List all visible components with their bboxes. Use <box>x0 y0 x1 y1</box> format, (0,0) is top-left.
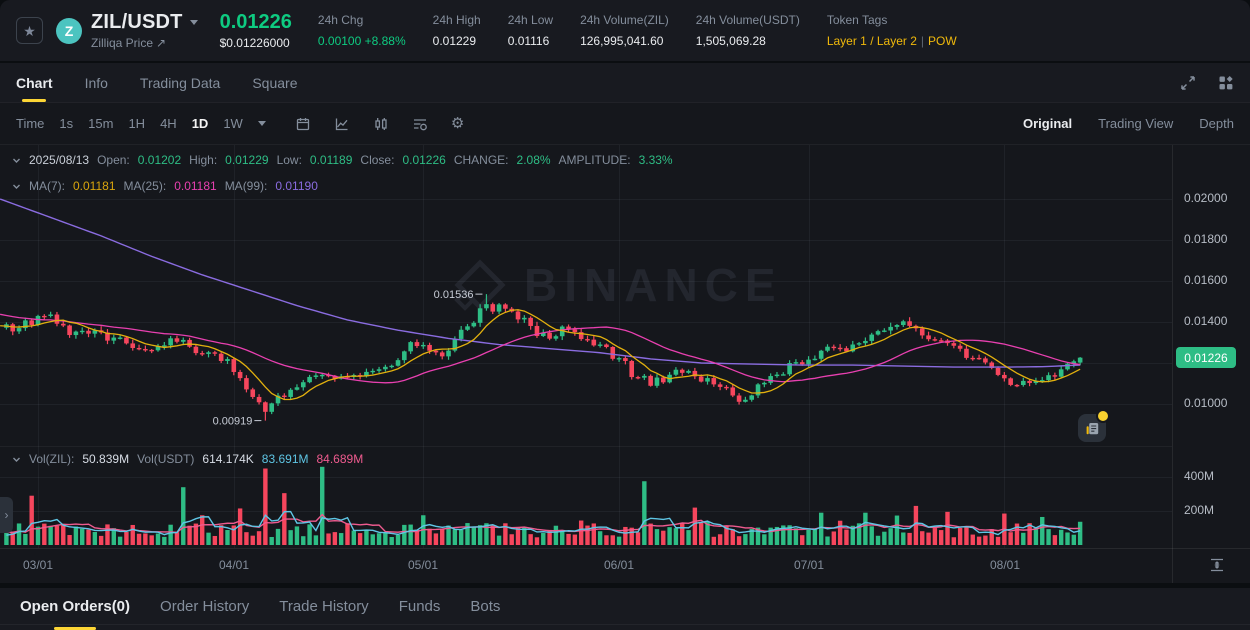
price-tick: 0.01600 <box>1184 273 1227 287</box>
volume-legend: Vol(ZIL):50.839M Vol(USDT)614.174K 83.69… <box>12 452 363 466</box>
interval-1h[interactable]: 1H <box>128 116 145 131</box>
expand-icon[interactable] <box>1180 75 1196 91</box>
pair-info-link[interactable]: Zilliqa Price ↗ <box>91 36 198 50</box>
indicators-icon[interactable] <box>412 116 428 132</box>
collapse-chevron-icon[interactable] <box>12 455 21 464</box>
ohlc-change: 2.08% <box>517 153 551 167</box>
interval-dropdown-icon[interactable] <box>258 121 266 126</box>
chevron-right-icon: › <box>5 508 9 522</box>
news-feed-button[interactable] <box>1078 414 1106 442</box>
view-original[interactable]: Original <box>1023 116 1072 131</box>
collapse-chevron-icon[interactable] <box>12 156 21 165</box>
tab-trade-history[interactable]: Trade History <box>279 598 368 630</box>
line-chart-icon[interactable] <box>334 116 350 132</box>
chart-view-modes: Original Trading View Depth <box>1023 116 1234 131</box>
tab-chart[interactable]: Chart <box>16 63 53 102</box>
collapse-chevron-icon[interactable] <box>12 182 21 191</box>
calendar-icon[interactable] <box>295 116 311 132</box>
candlestick-icon[interactable] <box>373 116 389 132</box>
token-tags: Token Tags Layer 1 / Layer 2|POW <box>827 13 957 48</box>
ohlc-open: 0.01202 <box>138 153 181 167</box>
volume-tick: 400M <box>1184 469 1214 483</box>
stat-24h-volume-zil: 24h Volume(ZIL) 126,995,041.60 <box>580 13 669 48</box>
price-chart-canvas[interactable] <box>0 145 1172 548</box>
token-tag-layers[interactable]: Layer 1 / Layer 2 <box>827 34 917 48</box>
volume-tick: 200M <box>1184 503 1214 517</box>
chart-body: BINANCE 2025/08/13 Open:0.01202 High:0.0… <box>0 145 1250 583</box>
binance-spot-app: ★ Z ZIL/USDT Zilliqa Price ↗ 0.01226 $0.… <box>0 0 1250 630</box>
price-tick: 0.01400 <box>1184 314 1227 328</box>
time-label: Time <box>16 116 44 131</box>
tab-funds[interactable]: Funds <box>399 598 441 630</box>
view-tradingview[interactable]: Trading View <box>1098 116 1173 131</box>
vol-usdt-value: 614.174K <box>202 452 253 466</box>
interval-1w[interactable]: 1W <box>223 116 243 131</box>
price-block: 0.01226 $0.01226000 <box>220 11 292 50</box>
chart-toolbar: Time 1s 15m 1H 4H 1D 1W <box>0 103 1250 145</box>
ohlc-close: 0.01226 <box>402 153 445 167</box>
pair-block: ZIL/USDT Zilliqa Price ↗ <box>91 11 198 50</box>
chart-panel: Time 1s 15m 1H 4H 1D 1W <box>0 103 1250 583</box>
vol-zil-value: 50.839M <box>82 452 129 466</box>
tab-trading-data[interactable]: Trading Data <box>140 63 220 102</box>
date-tick: 08/01 <box>977 558 1033 572</box>
interval-1d[interactable]: 1D <box>192 116 209 131</box>
ma-legend: MA(7):0.01181 MA(25):0.01181 MA(99):0.01… <box>12 179 318 193</box>
interval-15m[interactable]: 15m <box>88 116 113 131</box>
price-axis[interactable]: 0.02000 0.01800 0.01600 0.01400 0.01000 … <box>1172 145 1250 583</box>
token-tag-pow[interactable]: POW <box>928 34 957 48</box>
tab-order-history[interactable]: Order History <box>160 598 249 630</box>
price-tick: 0.01800 <box>1184 232 1227 246</box>
vol-ma-fast-value: 83.691M <box>262 452 309 466</box>
tab-open-orders[interactable]: Open Orders(0) <box>20 598 130 630</box>
ohlc-high: 0.01229 <box>225 153 268 167</box>
gear-icon[interactable]: ⚙ <box>451 116 464 131</box>
time-axis[interactable]: 03/01 04/01 05/01 06/01 07/01 08/01 <box>0 548 1250 583</box>
stat-24h-low: 24h Low 0.01116 <box>508 13 553 48</box>
tab-bots[interactable]: Bots <box>470 598 500 630</box>
ohlc-low: 0.01189 <box>310 153 353 167</box>
ma25-value: 0.01181 <box>174 179 217 193</box>
date-tick: 06/01 <box>591 558 647 572</box>
zilliqa-logo: Z <box>56 18 82 44</box>
last-price: 0.01226 <box>220 11 292 34</box>
last-price-badge: 0.01226 <box>1176 347 1236 368</box>
stat-24h-chg: 24h Chg 0.00100 +8.88% <box>318 13 406 48</box>
divider <box>0 624 1250 625</box>
notification-dot <box>1096 409 1110 423</box>
price-tick: 0.02000 <box>1184 191 1227 205</box>
pair-name: ZIL/USDT <box>91 11 183 34</box>
tab-square[interactable]: Square <box>252 63 297 102</box>
panel-expand-handle[interactable]: › <box>0 497 13 533</box>
vol-ma-slow-value: 84.689M <box>317 452 364 466</box>
interval-4h[interactable]: 4H <box>160 116 177 131</box>
interval-1s[interactable]: 1s <box>59 116 73 131</box>
pair-selector[interactable]: ZIL/USDT <box>91 11 198 34</box>
date-tick: 03/01 <box>10 558 66 572</box>
ohlc-legend: 2025/08/13 Open:0.01202 High:0.01229 Low… <box>12 153 673 167</box>
news-icon <box>1085 421 1100 436</box>
ohlc-date: 2025/08/13 <box>29 153 89 167</box>
ma7-value: 0.01181 <box>73 179 116 193</box>
stat-24h-high: 24h High 0.01229 <box>433 13 481 48</box>
date-tick: 05/01 <box>395 558 451 572</box>
external-link-icon: ↗ <box>156 36 166 50</box>
date-tick: 07/01 <box>781 558 837 572</box>
pair-header: ★ Z ZIL/USDT Zilliqa Price ↗ 0.01226 $0.… <box>0 0 1250 61</box>
stat-24h-volume-usdt: 24h Volume(USDT) 1,505,069.28 <box>696 13 800 48</box>
ma99-value: 0.01190 <box>275 179 318 193</box>
favorite-star-button[interactable]: ★ <box>16 17 43 44</box>
price-tick: 0.01000 <box>1184 396 1227 410</box>
star-icon: ★ <box>23 24 36 38</box>
fiat-price: $0.01226000 <box>220 36 292 50</box>
auto-scale-icon[interactable] <box>1209 557 1225 573</box>
chevron-down-icon <box>190 20 198 25</box>
ticker-stats: 24h Chg 0.00100 +8.88% 24h High 0.01229 … <box>318 13 957 48</box>
layout-grid-icon[interactable] <box>1218 75 1234 91</box>
date-tick: 04/01 <box>206 558 262 572</box>
ohlc-amplitude: 3.33% <box>639 153 673 167</box>
main-tab-bar: Chart Info Trading Data Square <box>0 63 1250 103</box>
tab-info[interactable]: Info <box>85 63 108 102</box>
view-depth[interactable]: Depth <box>1199 116 1234 131</box>
